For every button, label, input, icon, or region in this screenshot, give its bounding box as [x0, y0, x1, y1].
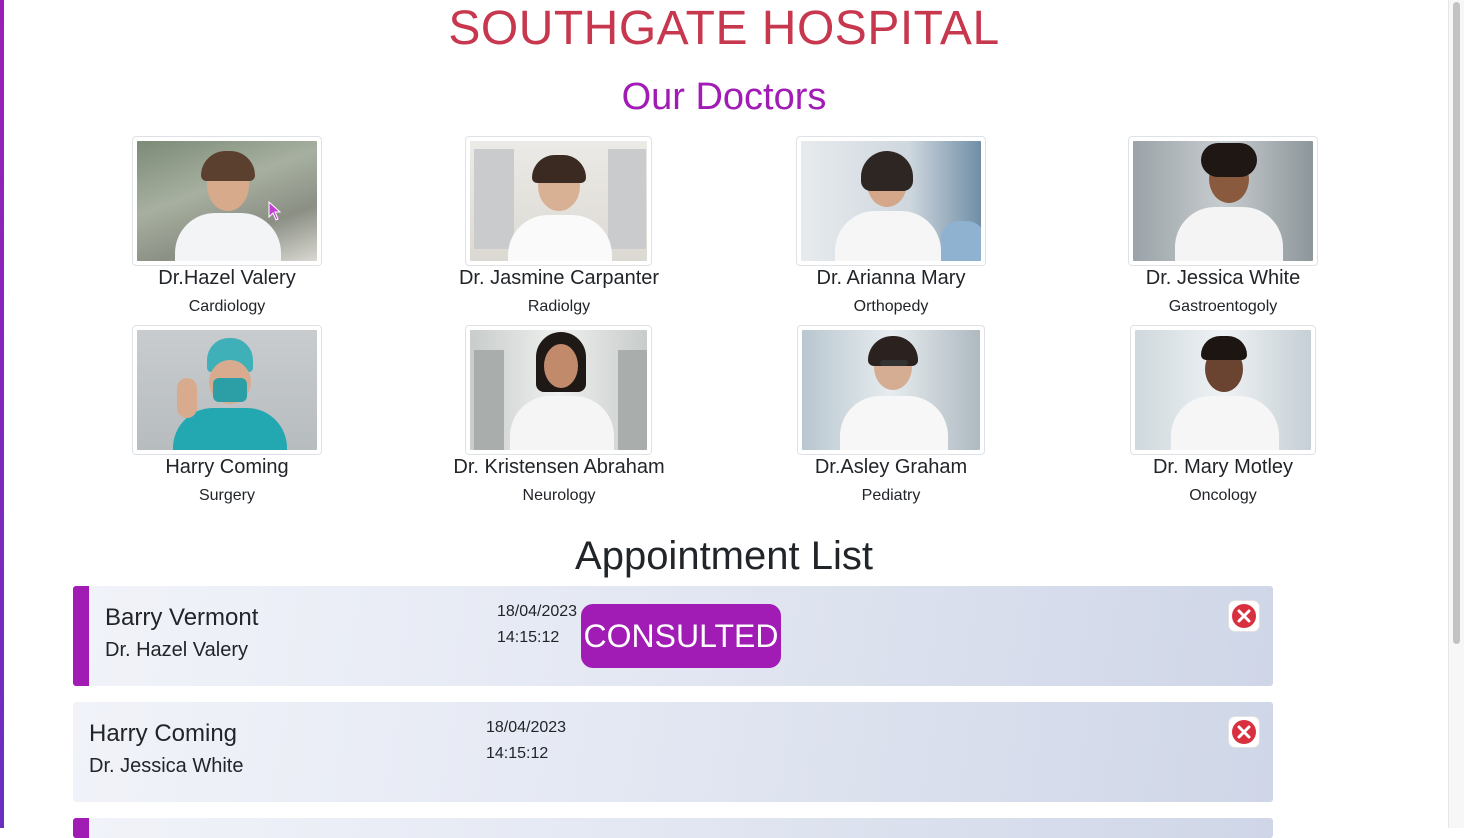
doctor-name: Dr. Jessica White [89, 755, 244, 777]
appointment-date: 18/04/2023 [486, 719, 567, 736]
doctor-photo [465, 136, 652, 266]
doctor-specialty: Radiolgy [527, 298, 591, 315]
section-title: Our Doctors [621, 76, 827, 118]
doctor-name: Harry Coming [165, 456, 289, 478]
doctor-card[interactable]: Dr.Hazel Valery Cardiology [77, 136, 377, 326]
hospital-title: SOUTHGATE HOSPITAL [448, 2, 1000, 55]
doctor-name: Dr. Jessica White [1145, 267, 1301, 289]
doctor-card[interactable]: Dr. Jessica White Gastroentogoly [1073, 136, 1373, 326]
scrollbar-thumb[interactable] [1453, 2, 1460, 644]
appointment-time: 14:15:12 [486, 745, 549, 762]
doctor-specialty: Surgery [198, 487, 256, 504]
doctor-card[interactable]: Harry Coming Surgery [77, 325, 377, 515]
doctor-name: Dr. Kristensen Abraham [453, 456, 665, 478]
doctor-card[interactable]: Dr. Kristensen Abraham Neurology [409, 325, 709, 515]
appointment-card[interactable] [73, 818, 1273, 838]
page-scrollbar[interactable] [1448, 0, 1464, 828]
close-circle-icon [1232, 604, 1256, 628]
doctor-photo [1130, 325, 1316, 455]
appointment-date: 18/04/2023 [497, 603, 578, 620]
doctor-name: Dr. Hazel Valery [105, 639, 249, 661]
patient-name: Barry Vermont [105, 604, 259, 631]
doctor-name: Dr.Asley Graham [814, 456, 968, 478]
doctor-card[interactable]: Dr.Asley Graham Pediatry [741, 325, 1041, 515]
doctor-name: Dr. Mary Motley [1152, 456, 1294, 478]
doctor-photo [1128, 136, 1318, 266]
doctor-photo [465, 325, 652, 455]
patient-name: Harry Coming [89, 720, 238, 747]
mouse-pointer-icon [268, 200, 282, 226]
doctor-name: Dr. Jasmine Carpanter [458, 267, 660, 289]
doctor-photo [132, 325, 322, 455]
doctor-specialty: Oncology [1189, 487, 1257, 504]
doctor-specialty: Neurology [522, 487, 596, 504]
delete-button[interactable] [1229, 601, 1259, 631]
appointment-card[interactable]: Barry Vermont Dr. Hazel Valery 18/04/202… [73, 586, 1273, 686]
doctor-card[interactable]: Dr. Mary Motley Oncology [1073, 325, 1373, 515]
close-circle-icon [1232, 720, 1256, 744]
doctor-specialty: Pediatry [861, 487, 921, 504]
appointment-time: 14:15:12 [497, 629, 560, 646]
doctor-specialty: Gastroentogoly [1168, 298, 1278, 315]
window-edge [0, 0, 4, 828]
doctor-name: Dr. Arianna Mary [816, 267, 966, 289]
doctor-photo [132, 136, 322, 266]
doctor-specialty: Cardiology [188, 298, 266, 315]
doctor-photo [796, 136, 986, 266]
doctor-card[interactable]: Dr. Arianna Mary Orthopedy [741, 136, 1041, 326]
delete-button[interactable] [1229, 717, 1259, 747]
appointment-list-title: Appointment List [575, 534, 873, 578]
doctor-name: Dr.Hazel Valery [158, 267, 296, 289]
doctor-photo [797, 325, 985, 455]
doctor-specialty: Orthopedy [853, 298, 929, 315]
appointment-card[interactable]: Harry Coming Dr. Jessica White 18/04/202… [73, 702, 1273, 802]
doctor-card[interactable]: Dr. Jasmine Carpanter Radiolgy [409, 136, 709, 326]
status-badge: CONSULTED [581, 604, 781, 668]
